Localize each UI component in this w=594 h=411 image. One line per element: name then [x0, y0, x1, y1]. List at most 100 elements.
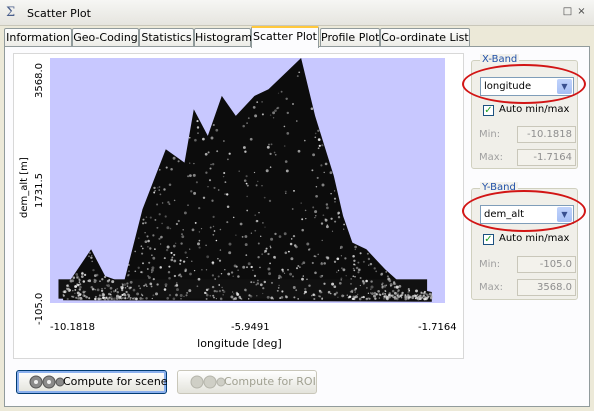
scatter-point [207, 186, 209, 188]
x-max-field[interactable]: -1.7164 [517, 149, 576, 166]
scatter-point [109, 286, 113, 290]
scatter-point [382, 292, 385, 295]
scatter-point [198, 231, 201, 233]
scatter-point [198, 246, 201, 249]
scatter-point [242, 265, 246, 269]
scatter-point [258, 211, 260, 214]
scatter-point [320, 222, 324, 225]
close-icon[interactable]: × [576, 7, 587, 18]
scatter-point [381, 283, 384, 286]
scatter-point [345, 275, 347, 277]
scatter-point [287, 268, 289, 271]
tab-statistics[interactable]: Statistics [139, 28, 194, 47]
scatter-point [223, 140, 225, 142]
scatter-point [209, 167, 212, 170]
tab-scatter-plot[interactable]: Scatter Plot [251, 26, 319, 48]
scatter-point [246, 122, 248, 124]
scatter-point [375, 293, 378, 296]
scatter-point [313, 255, 316, 258]
scatter-chart: 3568.0 1731.5 -105.0 dem_alt [m] -10.181… [13, 53, 464, 359]
scatter-point [352, 255, 355, 258]
y-auto-minmax-checkbox[interactable]: ✓ [483, 234, 494, 245]
scatter-point [196, 285, 199, 288]
scatter-density-mass [63, 58, 432, 302]
scatter-point [374, 297, 377, 300]
scatter-point [225, 193, 229, 196]
scatter-point [257, 242, 260, 245]
tab-coordinate-list[interactable]: Co-ordinate List [380, 28, 470, 47]
scatter-point [194, 221, 197, 224]
scatter-point [306, 242, 310, 246]
scatter-point [154, 189, 157, 192]
scatter-point [142, 262, 144, 265]
scatter-point [333, 285, 337, 289]
scatter-point [400, 297, 403, 299]
scatter-point [343, 223, 345, 226]
scatter-point [317, 138, 321, 141]
tab-geo-coding[interactable]: Geo-Coding [72, 28, 139, 47]
scatter-point [106, 279, 110, 283]
scatter-point [209, 294, 212, 297]
scatter-point [168, 183, 172, 186]
scatter-point [292, 275, 294, 278]
scatter-point [177, 160, 180, 163]
scatter-point [301, 228, 304, 232]
tab-information[interactable]: Information [4, 28, 72, 47]
scatter-point [268, 199, 272, 203]
scatter-point [150, 271, 153, 274]
scatter-point [274, 109, 277, 112]
scatter-point [78, 281, 81, 283]
tab-histogram[interactable]: Histogram [194, 28, 252, 47]
scatter-point [270, 237, 274, 241]
scatter-point [289, 242, 293, 246]
scatter-point [326, 256, 330, 260]
scatter-point [246, 195, 248, 198]
scatter-point [306, 278, 308, 281]
scatter-point [62, 293, 64, 296]
scatter-point [311, 294, 313, 297]
scatter-point [272, 117, 275, 119]
scatter-point [231, 291, 234, 293]
scatter-point [197, 277, 201, 281]
y-min-field[interactable]: -105.0 [517, 256, 576, 273]
scatter-point [205, 171, 208, 174]
scatter-point [141, 297, 144, 300]
scatter-point [105, 284, 108, 287]
compute-for-roi-button[interactable]: Compute for ROI [177, 370, 317, 394]
scatter-point [339, 247, 342, 249]
scatter-point [324, 162, 328, 166]
scatter-point [102, 296, 105, 300]
scatter-point [234, 298, 236, 300]
scatter-point [115, 289, 117, 291]
scatter-point [193, 269, 196, 272]
tab-profile-plot[interactable]: Profile Plot [320, 28, 380, 47]
scatter-point [146, 235, 149, 238]
scatter-point [383, 295, 386, 298]
scatter-point [220, 272, 223, 275]
scatter-point [278, 274, 281, 278]
scatter-point [141, 252, 144, 255]
y-max-field[interactable]: 3568.0 [517, 279, 576, 296]
scatter-point [270, 281, 274, 284]
plot-area[interactable] [50, 58, 445, 303]
scatter-point [249, 137, 253, 141]
scatter-point [241, 236, 244, 238]
maximize-icon[interactable]: □ [562, 7, 573, 18]
scatter-point [257, 256, 260, 259]
scatter-point [112, 297, 116, 301]
scatter-point [71, 279, 75, 283]
scatter-point [99, 280, 101, 282]
scatter-point [165, 166, 168, 169]
x-min-field[interactable]: -10.1818 [517, 126, 576, 143]
scatter-point [144, 232, 146, 234]
scatter-point [94, 279, 98, 282]
scatter-point [214, 278, 217, 280]
scatter-point [418, 297, 421, 300]
compute-for-scene-button[interactable]: Compute for scene [16, 370, 168, 394]
scatter-point [83, 295, 86, 297]
scatter-point [304, 287, 307, 291]
scatter-point [74, 292, 76, 294]
scatter-point [370, 285, 374, 289]
x-auto-minmax-checkbox[interactable]: ✓ [483, 105, 494, 116]
scatter-point [126, 282, 129, 285]
